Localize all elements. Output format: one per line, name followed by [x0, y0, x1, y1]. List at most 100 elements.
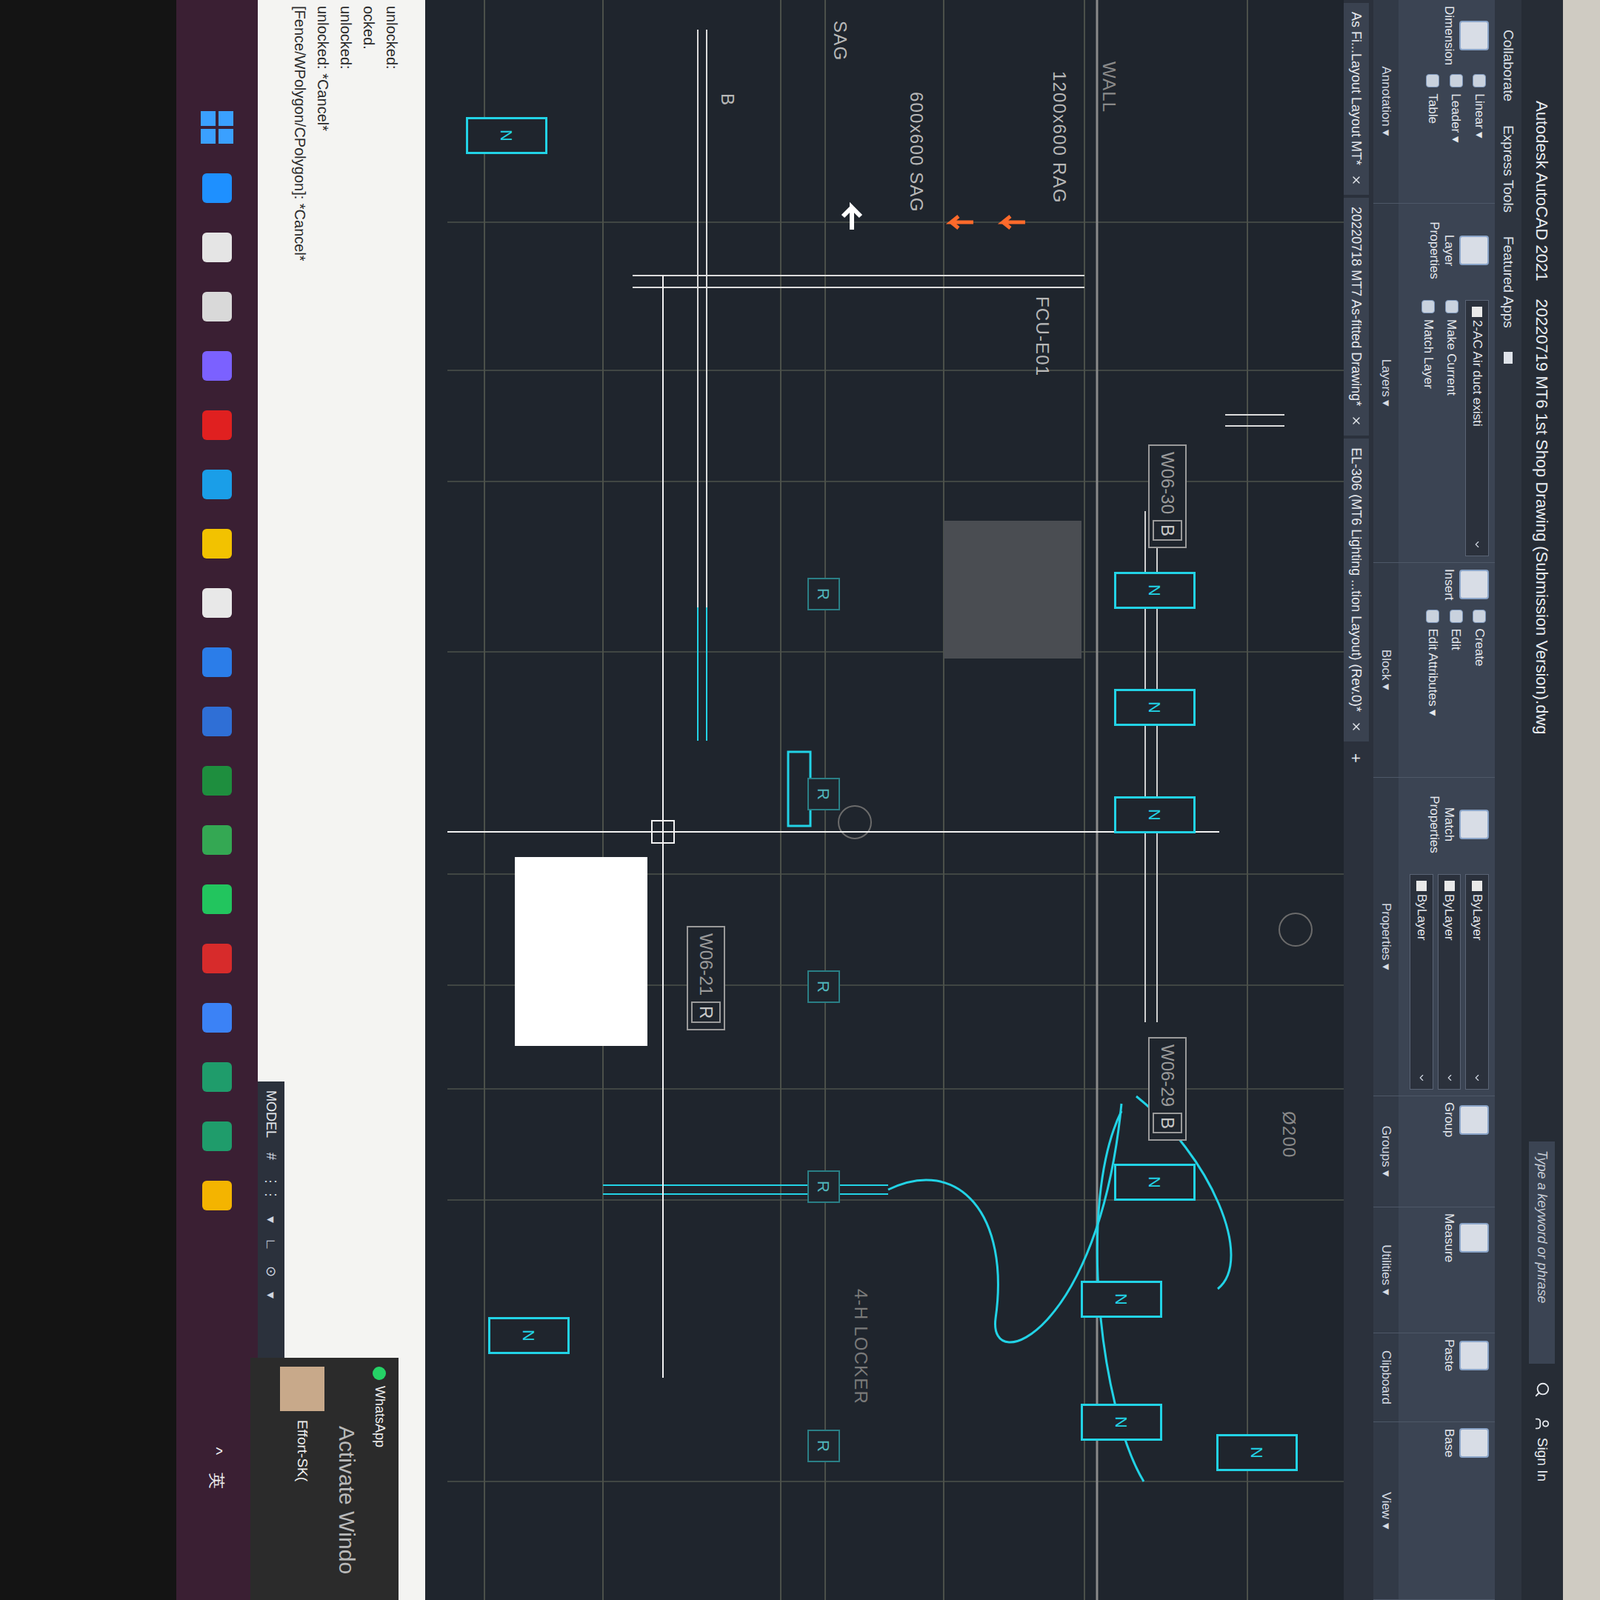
panel-label[interactable]: Utilities ▾	[1373, 1207, 1399, 1333]
ribbon-small-button[interactable]: Match Layer	[1419, 300, 1439, 557]
room-tag: R	[807, 777, 840, 811]
panel-label[interactable]: Clipboard	[1373, 1333, 1399, 1422]
ribbon-tab[interactable]: Express Tools	[1497, 125, 1520, 213]
status-toggle[interactable]: ∟	[261, 1237, 282, 1252]
desk-strip	[1562, 0, 1600, 1600]
taskbar-app-icon[interactable]	[202, 1121, 232, 1152]
chevron-down-icon	[1416, 1072, 1427, 1083]
panel-label[interactable]: Block ▾	[1373, 562, 1399, 778]
ribbon: Collaborate Express Tools Featured Apps Dim…	[1373, 0, 1522, 1600]
taskbar-app-icon[interactable]	[202, 706, 232, 737]
taskbar-app-icon[interactable]	[202, 173, 232, 203]
drawing-canvas[interactable]: WALL1200x600 RAG600x600 SAGSAGFCU-E01Ø20…	[447, 0, 1344, 1600]
ribbon-combo[interactable]: ByLayer	[1465, 874, 1490, 1090]
taskbar-app-icon[interactable]	[202, 588, 232, 618]
ribbon-large-button[interactable]: Base	[1398, 1428, 1489, 1458]
ribbon-small-button[interactable]: Edit Attributes ▾	[1423, 609, 1443, 772]
ribbon-tab[interactable]: Collaborate	[1497, 29, 1520, 102]
drawing-label: Ø200	[1280, 1111, 1298, 1159]
panel-label[interactable]: View ▾	[1373, 1422, 1399, 1600]
ribbon-large-button[interactable]: Dimension	[1398, 5, 1489, 66]
light-fixture: N	[488, 1317, 570, 1355]
room-tag: R	[807, 1429, 840, 1463]
whatsapp-notification[interactable]: WhatsAppActivate WindoEffort-SK(	[250, 1357, 399, 1600]
taskbar-app-icon[interactable]	[202, 825, 232, 855]
ribbon-small-button[interactable]: Table	[1423, 74, 1443, 198]
close-icon[interactable]	[1350, 414, 1363, 427]
ribbon-combo[interactable]: 2-AC Air duct existi	[1465, 300, 1490, 557]
taskbar-app-icon[interactable]	[202, 528, 232, 559]
taskbar-app-icon[interactable]	[202, 410, 232, 440]
ribbon-combo[interactable]: ByLayer	[1437, 874, 1462, 1090]
drawing-label: 1200x600 RAG	[1050, 71, 1069, 204]
taskbar-app-icon[interactable]	[202, 291, 232, 322]
windows-start-icon[interactable]	[200, 111, 234, 144]
ribbon-small-button[interactable]: Make Current	[1442, 300, 1462, 557]
app-name: Autodesk AutoCAD 2021	[1530, 11, 1555, 281]
ribbon-large-button[interactable]: Paste	[1398, 1339, 1489, 1372]
search-box[interactable]: Type a keyword or phrase	[1529, 1141, 1556, 1364]
status-toggle[interactable]: ▾	[261, 1291, 282, 1299]
tool-icon	[1459, 235, 1489, 266]
light-fixture: N	[1114, 796, 1196, 834]
file-tab[interactable]: EL-306 (MT6 Lighting ...tion Layout) (Re…	[1343, 438, 1369, 742]
ribbon-tab[interactable]: Featured Apps	[1497, 236, 1520, 329]
status-toggle[interactable]: ⋮⋮	[261, 1174, 282, 1202]
file-tab[interactable]: As Fi...Layout Layout MT*	[1343, 2, 1369, 195]
taskbar-app-icon[interactable]	[202, 647, 232, 678]
ribbon-panel: Match PropertiesByLayerByLayerByLayerPro…	[1373, 777, 1495, 1097]
file-tab[interactable]: 20220718 MT7 As-fitted Drawing*	[1343, 197, 1369, 436]
taskbar-app-icon[interactable]	[202, 232, 232, 263]
taskbar-app-icon[interactable]	[202, 1062, 232, 1092]
ribbon-panel: MeasureUtilities ▾	[1373, 1207, 1495, 1334]
avatar	[280, 1366, 325, 1412]
ribbon-small-button[interactable]: Create	[1470, 609, 1490, 772]
sign-in-button[interactable]: Sign In	[1531, 1415, 1554, 1482]
ribbon-large-button[interactable]: Insert	[1398, 568, 1489, 601]
model-button[interactable]: MODEL	[261, 1090, 282, 1138]
light-fixture: N	[1080, 1280, 1163, 1318]
new-tab-button[interactable]: +	[1343, 744, 1369, 772]
light-fixture: N	[1216, 1434, 1298, 1472]
tray-item[interactable]: ^	[205, 1447, 230, 1455]
command-history-line: [Fence/WPolygon/CPolygon]: *Cancel*	[290, 5, 309, 1595]
taskbar-app-icon[interactable]	[202, 469, 232, 500]
tool-icon	[1449, 74, 1463, 88]
drawing-label: WALL	[1100, 61, 1118, 113]
command-history-line: unlocked: *Cancel*	[313, 5, 332, 1595]
close-icon[interactable]	[1350, 720, 1363, 733]
ribbon-small-button[interactable]: Linear ▾	[1470, 74, 1490, 198]
taskbar-app-icon[interactable]	[202, 1002, 232, 1033]
taskbar-app-icon[interactable]	[202, 884, 232, 915]
tab-overflow-icon[interactable]	[1503, 351, 1513, 364]
ribbon-large-button[interactable]: Match Properties	[1398, 783, 1489, 866]
taskbar-app-icon[interactable]	[202, 1180, 232, 1211]
tool-icon	[1459, 1105, 1489, 1135]
status-toggle[interactable]: ⊙	[261, 1265, 282, 1278]
close-icon[interactable]	[1350, 174, 1363, 186]
taskbar-app-icon[interactable]	[202, 943, 232, 974]
monitor-bezel	[0, 0, 177, 1600]
status-toggle[interactable]: #	[261, 1152, 282, 1160]
ribbon-large-button[interactable]: Group	[1398, 1102, 1489, 1138]
panel-label[interactable]: Groups ▾	[1373, 1096, 1399, 1207]
floor-plan-drawing	[447, 0, 1344, 1600]
search-icon[interactable]	[1534, 1381, 1551, 1398]
panel-label[interactable]: Properties ▾	[1373, 777, 1399, 1096]
ribbon-large-button[interactable]: Measure	[1398, 1213, 1489, 1263]
ribbon-small-button[interactable]: Edit	[1446, 609, 1466, 772]
panel-label[interactable]: Annotation ▾	[1373, 0, 1399, 203]
drawing-label: 600x600 SAG	[907, 91, 926, 213]
taskbar-app-icon[interactable]	[202, 351, 232, 381]
tray-item[interactable]: 英	[205, 1472, 230, 1489]
chevron-down-icon	[1444, 1072, 1455, 1083]
ribbon-panel: Insert CreateEditEdit Attributes ▾ Block ▾	[1373, 562, 1495, 778]
status-toggle[interactable]: ▾	[261, 1216, 282, 1223]
ribbon-combo[interactable]: ByLayer	[1410, 874, 1435, 1090]
panel-label[interactable]: Layers ▾	[1373, 203, 1399, 563]
tool-icon	[1449, 609, 1463, 623]
taskbar-app-icon[interactable]	[202, 765, 232, 796]
ribbon-small-button[interactable]: Leader ▾	[1446, 74, 1466, 198]
light-fixture: N	[1114, 1163, 1196, 1201]
ribbon-large-button[interactable]: Layer Properties	[1398, 209, 1489, 292]
